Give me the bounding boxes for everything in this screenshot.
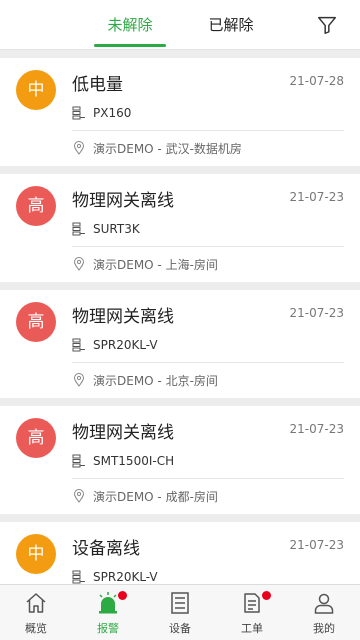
location-pin-icon: [73, 373, 85, 387]
device-row: PX160: [72, 104, 131, 122]
alarm-list: 中 低电量 21-07-28 PX160 演示DEMO - 武汉-数据机房 高 …: [0, 58, 360, 584]
home-icon: [26, 593, 46, 613]
location-pin-icon: [73, 141, 85, 155]
alarm-date: 21-07-23: [289, 306, 344, 320]
nav-mine[interactable]: 我的: [288, 585, 360, 640]
device-row: SPR20KL-V: [72, 568, 158, 584]
card-divider: [72, 362, 344, 363]
location-pin-icon: [73, 489, 85, 503]
nav-label: 我的: [313, 622, 335, 635]
alarm-card[interactable]: 中 低电量 21-07-28 PX160 演示DEMO - 武汉-数据机房: [0, 58, 360, 166]
alarm-title: 设备离线: [72, 539, 140, 559]
alarm-date: 21-07-28: [289, 74, 344, 88]
location-text: 演示DEMO - 成都-房间: [93, 489, 218, 504]
location-text: 演示DEMO - 武汉-数据机房: [93, 141, 242, 156]
alarm-card[interactable]: 高 物理网关离线 21-07-23 SMT1500I-CH 演示DEMO - 成…: [0, 406, 360, 514]
alarm-title: 低电量: [72, 75, 123, 95]
location-row: 演示DEMO - 上海-房间: [72, 255, 218, 273]
tab-unresolved[interactable]: 未解除: [94, 0, 166, 50]
card-divider: [72, 246, 344, 247]
device-name: SURT3K: [93, 222, 140, 236]
device-name: PX160: [93, 106, 132, 120]
device-row: SURT3K: [72, 220, 140, 238]
location-text: 演示DEMO - 北京-房间: [93, 373, 218, 388]
device-row: SMT1500I-CH: [72, 452, 174, 470]
alarm-title: 物理网关离线: [72, 191, 174, 211]
alarm-card[interactable]: 中 设备离线 21-07-23 SPR20KL-V: [0, 522, 360, 584]
bottom-nav: 概览 报警 设备 工单 我的: [0, 584, 360, 640]
nav-workorder[interactable]: 工单: [216, 585, 288, 640]
notification-dot: [118, 591, 127, 600]
top-bar: 未解除 已解除: [0, 0, 360, 50]
nav-label: 概览: [25, 622, 47, 635]
nav-alarm[interactable]: 报警: [72, 585, 144, 640]
device-icon: [72, 106, 85, 120]
alarm-date: 21-07-23: [289, 190, 344, 204]
alarm-date: 21-07-23: [289, 422, 344, 436]
level-badge: 高: [16, 302, 56, 342]
device-icon: [72, 454, 85, 468]
alarm-card[interactable]: 高 物理网关离线 21-07-23 SPR20KL-V 演示DEMO - 北京-…: [0, 290, 360, 398]
level-badge: 高: [16, 186, 56, 226]
alarm-card[interactable]: 高 物理网关离线 21-07-23 SURT3K 演示DEMO - 上海-房间: [0, 174, 360, 282]
level-badge: 中: [16, 70, 56, 110]
device-name: SPR20KL-V: [93, 338, 158, 352]
device-name: SMT1500I-CH: [93, 454, 175, 468]
user-icon: [314, 593, 334, 614]
nav-label: 报警: [97, 622, 119, 635]
device-name: SPR20KL-V: [93, 570, 158, 584]
location-pin-icon: [73, 257, 85, 271]
tab-resolved[interactable]: 已解除: [195, 0, 267, 50]
nav-label: 工单: [241, 622, 263, 635]
card-divider: [72, 478, 344, 479]
workorder-icon: [244, 593, 260, 613]
alarm-title: 物理网关离线: [72, 307, 174, 327]
device-row: SPR20KL-V: [72, 336, 158, 354]
device-icon: [72, 570, 85, 584]
nav-label: 设备: [169, 622, 191, 635]
level-badge: 高: [16, 418, 56, 458]
alarm-icon: [99, 592, 117, 614]
active-tab-indicator: [94, 44, 166, 47]
notification-dot: [262, 591, 271, 600]
level-badge: 中: [16, 534, 56, 574]
nav-overview[interactable]: 概览: [0, 585, 72, 640]
filter-icon[interactable]: [316, 14, 338, 36]
card-divider: [72, 130, 344, 131]
location-row: 演示DEMO - 武汉-数据机房: [72, 139, 242, 157]
device-icon: [171, 592, 189, 614]
location-text: 演示DEMO - 上海-房间: [93, 257, 218, 272]
alarm-title: 物理网关离线: [72, 423, 174, 443]
location-row: 演示DEMO - 成都-房间: [72, 487, 218, 505]
location-row: 演示DEMO - 北京-房间: [72, 371, 218, 389]
nav-device[interactable]: 设备: [144, 585, 216, 640]
alarm-date: 21-07-23: [289, 538, 344, 552]
device-icon: [72, 222, 85, 236]
device-icon: [72, 338, 85, 352]
